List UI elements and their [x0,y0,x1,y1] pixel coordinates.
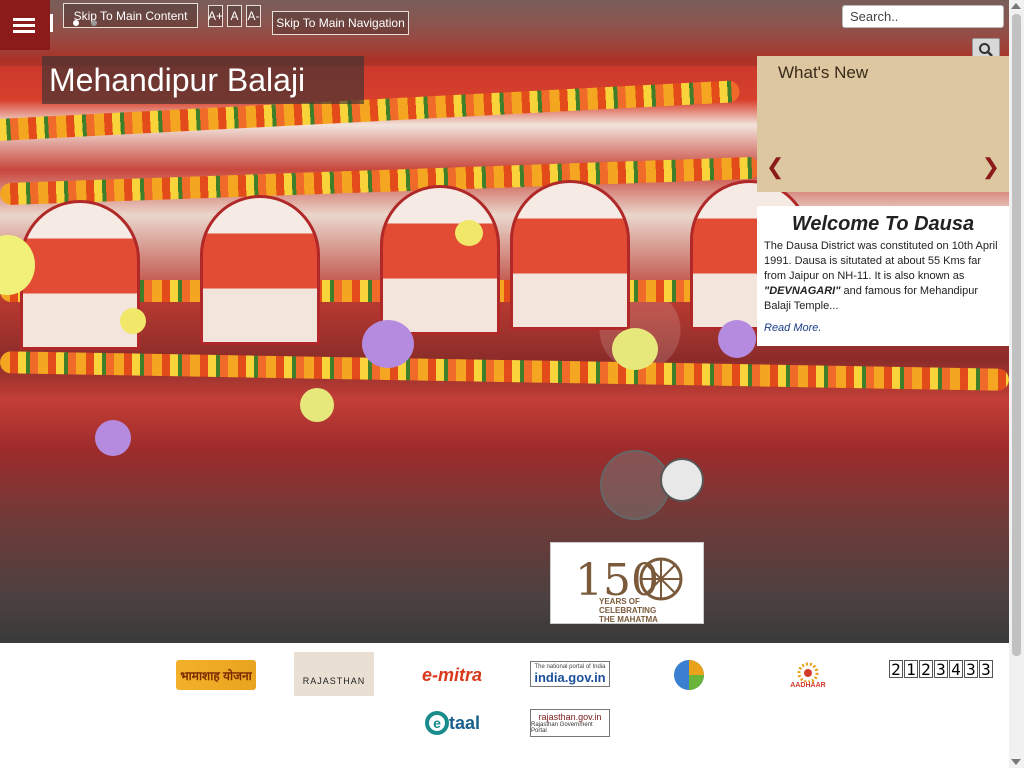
lantern [120,308,146,334]
menu-icon [13,30,35,33]
read-more-link[interactable]: Read More. [764,322,1002,334]
bhamashah-logo[interactable]: भामाशाह योजना [176,660,256,690]
font-decrease-label: A- [247,9,260,23]
fan [600,450,670,520]
menu-button[interactable] [0,0,50,50]
font-increase-button[interactable]: A+ [208,5,223,27]
svg-text:THE MAHATMA: THE MAHATMA [599,615,658,624]
prev-arrow-icon[interactable]: ❮ [766,156,784,178]
decorated-window [200,195,320,345]
svg-text:YEARS OF: YEARS OF [599,597,640,606]
svg-text:CELEBRATING: CELEBRATING [599,606,656,615]
menu-icon [13,18,35,21]
counter-digit: 2 [919,660,933,678]
etaal-icon: e [424,711,449,735]
skip-to-main-navigation-button[interactable]: Skip To Main Navigation [272,11,409,35]
welcome-text: The Dausa District was constituted on 10… [764,240,998,312]
scrollbar-thumb[interactable] [1012,14,1021,656]
font-normal-button[interactable]: A [227,5,242,27]
gandhi-150-badge[interactable]: 150 YEARS OF CELEBRATING THE MAHATMA [550,542,704,624]
pie-chart-logo[interactable] [672,658,706,692]
counter-digit: 3 [934,660,948,678]
decorated-window [380,185,500,335]
lantern [718,320,756,358]
lantern [362,320,414,368]
whats-new-panel: What's New ❮ ❯ [757,56,1009,192]
next-arrow-icon[interactable]: ❯ [982,156,1000,178]
font-decrease-button[interactable]: A- [246,5,261,27]
counter-digit: 3 [979,660,993,678]
flower-garland [0,156,761,206]
welcome-panel: Welcome To Dausa The Dausa District was … [757,206,1009,346]
flower-garland [0,351,1009,391]
whats-new-heading: What's New [778,63,869,82]
etaal-logo[interactable]: e taal [415,708,490,738]
slider-dot[interactable] [73,20,79,26]
rajasthan-gov-logo[interactable]: rajasthan.gov.in Rajasthan Government Po… [530,709,610,737]
page-title-text: Mehandipur Balaji [49,62,306,98]
divider [50,14,53,32]
india-gov-logo[interactable]: The national portal of India india.gov.i… [530,661,610,687]
counter-digit: 2 [889,660,903,678]
search-input[interactable] [842,5,1004,28]
decorated-window [510,180,630,330]
skip-to-main-content-button[interactable]: Skip To Main Content [63,3,198,28]
visitor-counter: 2123433 [889,660,994,680]
lantern [95,420,131,456]
gandhi-150-logo: 150 YEARS OF CELEBRATING THE MAHATMA [575,555,683,624]
pie-chart-icon [674,660,704,690]
aadhaar-icon [797,662,819,682]
counter-digit: 3 [964,660,978,678]
counter-digit: 4 [949,660,963,678]
scroll-down-icon[interactable] [1011,759,1021,765]
clock [660,458,704,502]
page-title: Mehandipur Balaji [42,56,364,104]
rajasthan-tourism-logo[interactable]: RAJASTHAN [294,652,374,696]
font-increase-label: A+ [208,9,224,23]
counter-digit: 1 [904,660,918,678]
partner-logos [0,643,1009,768]
lantern [612,328,658,370]
skip-main-navigation-label: Skip To Main Navigation [276,16,405,30]
menu-icon [13,24,35,27]
font-normal-label: A [230,9,239,23]
slider-dot[interactable] [91,20,97,26]
emitra-logo[interactable]: e-mitra [412,660,492,690]
lantern [300,388,334,422]
aadhaar-logo[interactable]: AADHAAR [784,657,832,691]
scroll-up-icon[interactable] [1011,3,1021,9]
welcome-heading: Welcome To Dausa [791,213,975,235]
lantern [455,220,483,246]
